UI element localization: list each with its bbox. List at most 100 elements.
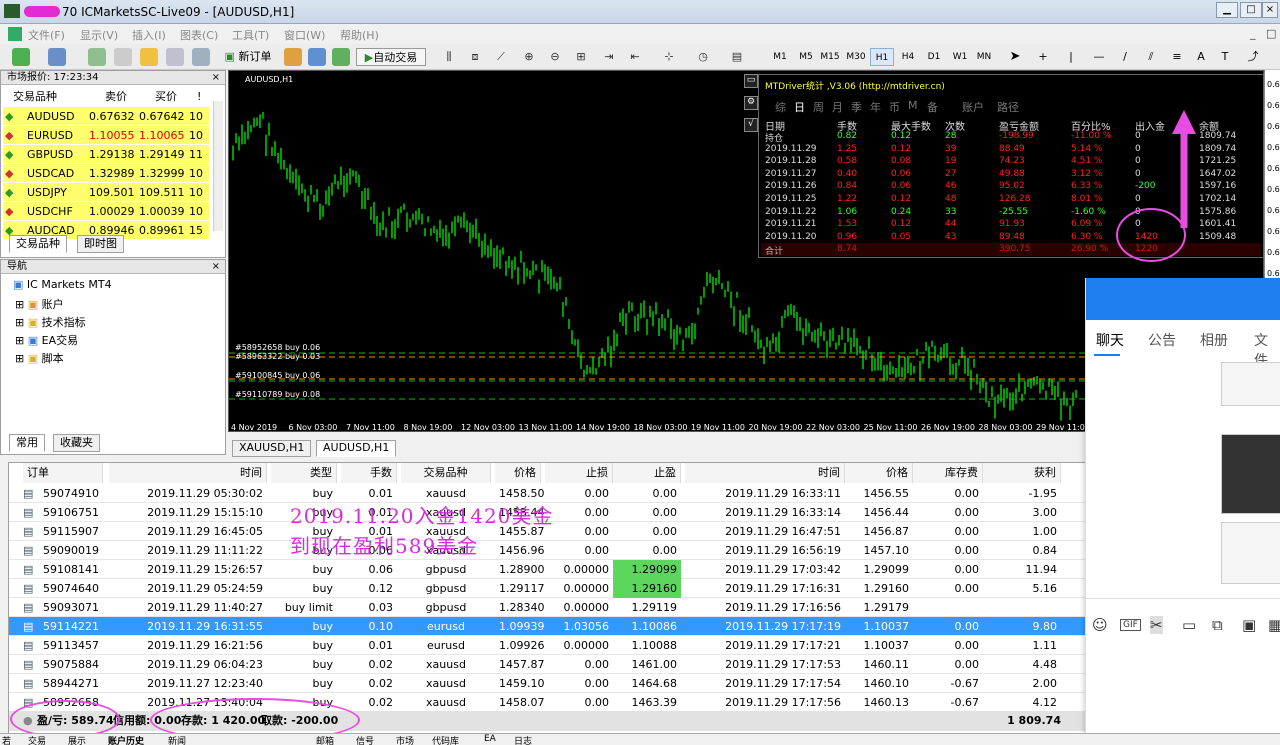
order-row[interactable]: ▤ 59093071 2019.11.29 11:40:27 buy limit 0.0…: [9, 598, 1089, 617]
column-header[interactable]: 手数: [341, 463, 397, 483]
bar-chart-icon[interactable]: ⫼: [440, 48, 458, 66]
col-bid[interactable]: 卖价: [105, 87, 127, 107]
calendar-icon[interactable]: ▦: [1268, 616, 1280, 634]
menu-help[interactable]: 帮助(H): [340, 27, 379, 43]
column-header[interactable]: 价格: [845, 463, 913, 483]
close-icon[interactable]: ×: [1262, 2, 1278, 18]
emoji-icon[interactable]: ☺: [1092, 616, 1108, 634]
scissors-icon[interactable]: ✂: [1150, 616, 1163, 634]
column-header[interactable]: 库存费: [913, 463, 983, 483]
crosshair-icon[interactable]: +: [1034, 48, 1052, 66]
panel-settings-icon[interactable]: ⚙: [744, 96, 758, 110]
tf-h1[interactable]: H1: [870, 48, 894, 66]
order-row[interactable]: ▤ 59074640 2019.11.29 05:24:59 buy 0.12 gbpus…: [9, 579, 1089, 598]
autoscroll-icon[interactable]: ⇤: [626, 48, 644, 66]
zoom-in-icon[interactable]: ⊕: [520, 48, 538, 66]
gif-icon[interactable]: GIF: [1120, 619, 1141, 631]
vertical-line-icon[interactable]: |: [1062, 48, 1080, 66]
tab-journal[interactable]: 日志: [514, 734, 532, 745]
tab-tick-chart[interactable]: 即时图: [77, 235, 124, 253]
order-row[interactable]: ▤ 59075884 2019.11.29 06:04:23 buy 0.02 xauus…: [9, 655, 1089, 674]
zoom-out-icon[interactable]: ⊖: [546, 48, 564, 66]
new-chart-icon[interactable]: [12, 48, 30, 66]
column-header[interactable]: 交易品种: [401, 463, 491, 483]
market-watch-icon[interactable]: [88, 48, 106, 66]
column-header[interactable]: 时间: [685, 463, 845, 483]
panel-check-icon[interactable]: √: [744, 118, 758, 132]
tf-h4[interactable]: H4: [896, 48, 920, 66]
stats-nav-5[interactable]: 年: [870, 99, 881, 115]
stats-nav-3[interactable]: 月: [832, 99, 843, 115]
market-watch-row[interactable]: ◆ USDCAD 1.32989 1.32999 10: [3, 164, 209, 183]
stats-nav-10[interactable]: 路径: [997, 99, 1019, 115]
horizontal-line-icon[interactable]: —: [1090, 48, 1108, 66]
chart-tab-audusd[interactable]: AUDUSD,H1: [316, 440, 397, 457]
tab-account-history[interactable]: 账户历史: [108, 734, 144, 745]
col-ask[interactable]: 买价: [155, 87, 177, 107]
nav-item-indicators[interactable]: ⊞ ▣ 技术指标: [15, 314, 86, 330]
tab-experts[interactable]: EA: [484, 734, 496, 744]
column-header[interactable]: 价格: [495, 463, 541, 483]
order-row[interactable]: ▤ 59090019 2019.11.29 11:11:22 buy 0.06 xauus…: [9, 541, 1089, 560]
nav-item-accounts[interactable]: ⊞ ▣ 账户: [15, 296, 64, 312]
nav-root[interactable]: ▣ IC Markets MT4: [13, 278, 112, 291]
terminal-icon[interactable]: [166, 48, 184, 66]
tf-m30[interactable]: M30: [844, 48, 868, 66]
order-row[interactable]: ▤ 58944271 2019.11.27 12:23:40 buy 0.02 xauus…: [9, 674, 1089, 693]
stats-nav-9[interactable]: 账户: [962, 99, 984, 115]
mdi-minimize-icon[interactable]: _: [1250, 27, 1256, 40]
tab-news[interactable]: 新闻: [168, 734, 186, 745]
crosshair-tool-icon[interactable]: [114, 48, 132, 66]
tab-code-base[interactable]: 代码库: [432, 734, 459, 745]
chart-shift-icon[interactable]: ⇥: [600, 48, 618, 66]
label-tool-icon[interactable]: T: [1216, 48, 1234, 66]
menu-insert[interactable]: 插入(I): [132, 27, 166, 43]
candlestick-icon[interactable]: ⧈: [466, 48, 484, 66]
mdi-restore-icon[interactable]: □: [1266, 27, 1276, 40]
folder-icon[interactable]: ▭: [1182, 616, 1196, 634]
tab-trade[interactable]: 交易: [28, 734, 46, 745]
tab-market[interactable]: 市场: [396, 734, 414, 745]
minimize-icon[interactable]: ▁: [1216, 2, 1238, 18]
indicators-icon[interactable]: ⊹: [660, 48, 678, 66]
tf-m1[interactable]: M1: [768, 48, 792, 66]
chat-tab-album[interactable]: 相册: [1200, 330, 1228, 350]
profiles-icon[interactable]: [48, 48, 66, 66]
navigator-icon[interactable]: [140, 48, 158, 66]
new-order-button[interactable]: ▣ 新订单: [220, 48, 276, 66]
stats-nav-0[interactable]: 综: [775, 99, 786, 115]
stats-nav-1[interactable]: 日: [794, 99, 805, 115]
text-tool-icon[interactable]: A: [1192, 48, 1210, 66]
close-icon[interactable]: ×: [212, 71, 220, 84]
col-spread[interactable]: !: [197, 87, 201, 107]
signals-icon[interactable]: [308, 48, 326, 66]
menu-charts[interactable]: 图表(C): [180, 27, 218, 43]
templates-icon[interactable]: ▤: [728, 48, 746, 66]
stats-nav-2[interactable]: 周: [813, 99, 824, 115]
tab-symbols[interactable]: 交易品种: [9, 235, 67, 253]
column-header[interactable]: 止盈: [613, 463, 681, 483]
market-watch-row[interactable]: ◆ AUDUSD 0.67632 0.67642 10: [3, 107, 209, 126]
chat-tab-chat[interactable]: 聊天: [1096, 330, 1124, 350]
market-watch-row[interactable]: ◆ EURUSD 1.10055 1.10065 10: [3, 126, 209, 145]
market-watch-scrollbar[interactable]: [213, 101, 223, 231]
tab-favorites[interactable]: 收藏夹: [53, 434, 100, 452]
periods-icon[interactable]: ◷: [694, 48, 712, 66]
column-header[interactable]: 时间: [109, 463, 267, 483]
menu-file[interactable]: 文件(F): [28, 27, 65, 43]
tab-signals[interactable]: 信号: [356, 734, 374, 745]
line-chart-icon[interactable]: ⟋: [492, 48, 510, 66]
column-header[interactable]: 类型: [271, 463, 337, 483]
chart-tab-xauusd[interactable]: XAUUSD,H1: [232, 440, 312, 457]
column-header[interactable]: 获利: [983, 463, 1061, 483]
panel-minimize-icon[interactable]: ▭: [744, 74, 758, 88]
chat-image-thumbnail[interactable]: [1221, 522, 1280, 584]
order-row[interactable]: ▤ 59114221 2019.11.29 16:31:55 buy 0.10 eurus…: [9, 617, 1089, 636]
col-symbol[interactable]: 交易品种: [13, 87, 57, 107]
menu-view[interactable]: 显示(V): [80, 27, 118, 43]
tf-w1[interactable]: W1: [948, 48, 972, 66]
tab-exposure[interactable]: 展示: [68, 734, 86, 745]
channel-icon[interactable]: ⫽: [1142, 48, 1160, 66]
nav-item-scripts[interactable]: ⊞ ▣ 脚本: [15, 350, 64, 366]
close-icon[interactable]: ×: [212, 260, 220, 273]
